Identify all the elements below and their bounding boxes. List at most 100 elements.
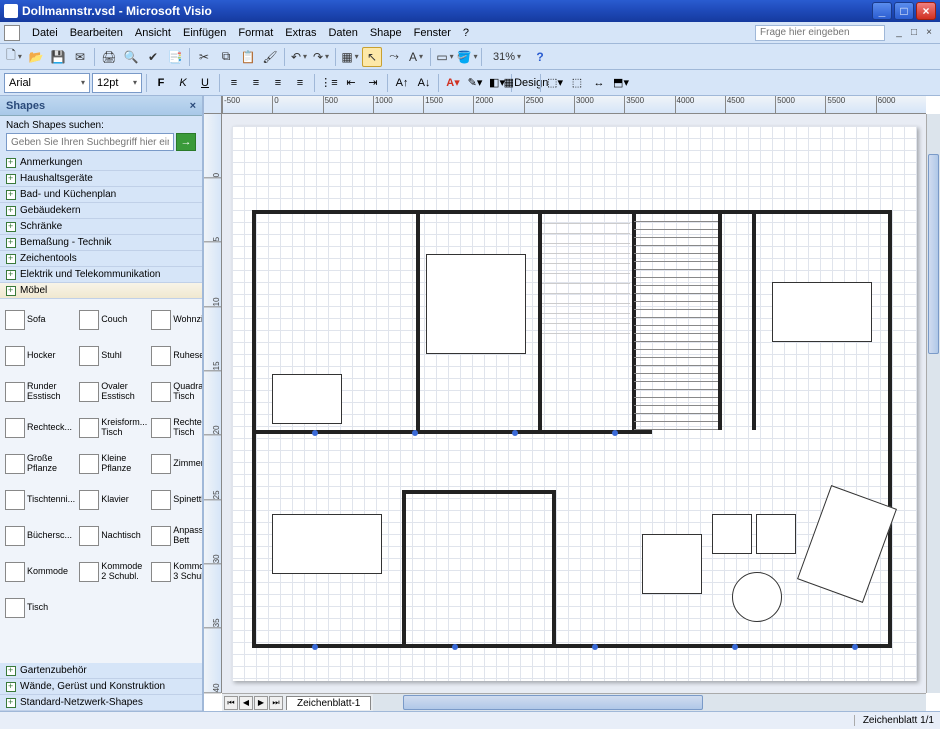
shape-stencil-item[interactable]: Zimmerpfl... (150, 447, 202, 481)
shapes-category[interactable]: Bad- und Küchenplan (0, 187, 202, 203)
shape-stencil-item[interactable]: Couch (78, 303, 148, 337)
align-shapes-button[interactable]: ⬚▾ (545, 73, 565, 93)
shapes-category[interactable]: Standard-Netzwerk-Shapes (0, 695, 202, 711)
cut-button[interactable]: ✂ (194, 47, 214, 67)
shape-stencil-item[interactable]: Tischtenni... (4, 483, 76, 517)
help-button[interactable]: ? (530, 47, 550, 67)
menu-help[interactable]: ? (457, 25, 475, 41)
shape-stencil-item[interactable]: Ruhesessel (150, 339, 202, 373)
wall-interior[interactable] (416, 210, 420, 430)
furniture-bed[interactable] (772, 282, 872, 342)
increase-font-button[interactable]: A↑ (392, 73, 412, 93)
shapes-category[interactable]: Gebäudekern (0, 203, 202, 219)
tab-next-button[interactable]: ▶ (254, 696, 268, 710)
scrollbar-thumb[interactable] (403, 695, 703, 710)
wall-interior[interactable] (402, 490, 555, 494)
shape-stencil-item[interactable]: Rechteck... Tisch (150, 411, 202, 445)
furniture-item[interactable] (272, 374, 342, 424)
font-combo[interactable]: Arial▾ (4, 73, 90, 93)
shapes-category[interactable]: Haushaltsgeräte (0, 171, 202, 187)
italic-button[interactable]: K (173, 73, 193, 93)
research-button[interactable]: 📑 (165, 47, 185, 67)
stairs[interactable] (634, 214, 718, 430)
shape-stencil-item[interactable]: Kreisform... Tisch (78, 411, 148, 445)
shapes-panel-close-button[interactable]: × (190, 100, 196, 112)
shape-stencil-item[interactable]: Wohnzim... (150, 303, 202, 337)
tab-first-button[interactable]: ⏮ (224, 696, 238, 710)
selection-handle[interactable] (312, 644, 318, 650)
menu-datei[interactable]: Datei (26, 25, 64, 41)
shape-stencil-item[interactable]: Rechteck... (4, 411, 76, 445)
wall-interior[interactable] (552, 490, 556, 646)
wall-outer-right[interactable] (888, 210, 892, 648)
mail-button[interactable]: ✉ (70, 47, 90, 67)
shape-stencil-item[interactable]: Ovaler Esstisch (78, 375, 148, 409)
menu-format[interactable]: Format (232, 25, 279, 41)
furniture-sofa[interactable] (797, 485, 897, 603)
doc-minimize-button[interactable]: _ (892, 26, 906, 40)
shapes-search-input[interactable] (6, 133, 174, 151)
selection-handle[interactable] (732, 644, 738, 650)
minimize-button[interactable]: _ (872, 2, 892, 20)
furniture-round-table[interactable] (732, 572, 782, 622)
increase-indent-button[interactable]: ⇥ (363, 73, 383, 93)
selection-handle[interactable] (452, 644, 458, 650)
format-painter-button[interactable]: 🖌 (260, 47, 280, 67)
shape-stencil-item[interactable]: Stuhl (78, 339, 148, 373)
paste-button[interactable]: 📋 (238, 47, 258, 67)
shapes-category[interactable]: Anmerkungen (0, 155, 202, 171)
decrease-indent-button[interactable]: ⇤ (341, 73, 361, 93)
shape-stencil-item[interactable]: Nachtisch (78, 519, 148, 553)
tab-prev-button[interactable]: ◀ (239, 696, 253, 710)
shapes-category[interactable]: Wände, Gerüst und Konstruktion (0, 679, 202, 695)
shape-stencil-item[interactable]: Sofa (4, 303, 76, 337)
stairs-steps[interactable] (542, 214, 630, 334)
drawing-canvas[interactable] (222, 114, 926, 693)
fill-color-button[interactable]: 🪣▾ (457, 47, 477, 67)
wall-interior[interactable] (718, 210, 722, 430)
wall-outer-left[interactable] (252, 210, 256, 648)
furniture-chair[interactable] (756, 514, 796, 554)
spellcheck-button[interactable]: ✔ (143, 47, 163, 67)
doc-close-button[interactable]: × (922, 26, 936, 40)
shape-stencil-item[interactable]: Spinettkl... (150, 483, 202, 517)
menu-daten[interactable]: Daten (322, 25, 363, 41)
redo-button[interactable]: ↷▾ (311, 47, 331, 67)
wall-interior[interactable] (752, 210, 756, 430)
new-button[interactable]: 🗋▾ (4, 47, 24, 67)
line-color-button[interactable]: ✎▾ (465, 73, 485, 93)
decrease-font-button[interactable]: A↓ (414, 73, 434, 93)
shape-stencil-item[interactable]: Kleine Pflanze (78, 447, 148, 481)
save-button[interactable]: 💾 (48, 47, 68, 67)
vertical-scrollbar[interactable] (926, 114, 940, 693)
help-search-input[interactable] (755, 25, 885, 41)
copy-button[interactable]: ⧉ (216, 47, 236, 67)
print-preview-button[interactable]: 🔍 (121, 47, 141, 67)
shape-stencil-item[interactable]: Kommode 2 Schubl. (78, 555, 148, 589)
shape-stencil-item[interactable]: Quadrati... Tisch (150, 375, 202, 409)
align-left-button[interactable]: ≡ (224, 73, 244, 93)
bullets-button[interactable]: ⋮≡ (319, 73, 339, 93)
font-size-combo[interactable]: 12pt▾ (92, 73, 142, 93)
font-color-button[interactable]: A▾ (443, 73, 463, 93)
distribute-button[interactable]: ⬚ (567, 73, 587, 93)
connector-tool-button[interactable]: ⤳ (384, 47, 404, 67)
bold-button[interactable]: F (151, 73, 171, 93)
selection-handle[interactable] (312, 430, 318, 436)
design-button[interactable]: ▦ Design (516, 73, 536, 93)
align-justify-button[interactable]: ≡ (290, 73, 310, 93)
align-center-button[interactable]: ≡ (246, 73, 266, 93)
align-right-button[interactable]: ≡ (268, 73, 288, 93)
drawing-page[interactable] (232, 126, 917, 681)
menu-extras[interactable]: Extras (279, 25, 322, 41)
selection-handle[interactable] (592, 644, 598, 650)
shapes-category[interactable]: Elektrik und Telekommunikation (0, 267, 202, 283)
shape-stencil-item[interactable]: Tisch (4, 591, 76, 625)
shape-stencil-item[interactable]: Hocker (4, 339, 76, 373)
shape-stencil-item[interactable]: Klavier (78, 483, 148, 517)
ruler-horizontal[interactable]: -500050010001500200025003000350040004500… (222, 96, 926, 114)
shape-stencil-item[interactable]: Anpassb... Bett (150, 519, 202, 553)
shapes-category[interactable]: Bemaßung - Technik (0, 235, 202, 251)
pointer-tool-button[interactable]: ↖ (362, 47, 382, 67)
selection-handle[interactable] (612, 430, 618, 436)
